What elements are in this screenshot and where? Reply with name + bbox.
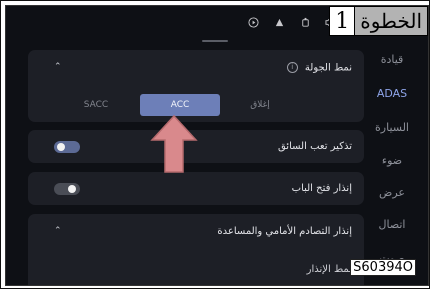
infotainment-screen: 1 الخطوة قيادة ADAS السيارة ضوء عرض اتصا…	[5, 5, 429, 286]
toggle-knob	[68, 185, 76, 193]
status-bar	[246, 15, 338, 29]
chevron-up-icon[interactable]: ⌃	[54, 62, 62, 72]
chevron-up-icon[interactable]: ⌃	[54, 226, 62, 236]
door-open-warning-toggle[interactable]	[54, 183, 80, 195]
cruise-mode-label: نمط الجولة	[304, 62, 352, 74]
panel-drag-handle[interactable]	[202, 40, 228, 42]
driver-fatigue-label: تذكير تعب السائق	[277, 141, 352, 152]
highlight-arrow	[150, 114, 198, 173]
door-open-warning-card: إنذار فتح الباب	[28, 172, 364, 205]
image-code: S60394O	[350, 259, 416, 276]
figure-frame: 1 الخطوة قيادة ADAS السيارة ضوء عرض اتصا…	[0, 0, 430, 289]
sidebar-item-display[interactable]: عرض	[366, 186, 418, 199]
collision-warning-card: إنذار التصادم الأمامي والمساعدة ⌃ نمط ال…	[28, 214, 364, 285]
sidebar-item-vehicle[interactable]: السيارة	[366, 121, 418, 134]
collision-warning-title: إنذار التصادم الأمامي والمساعدة	[217, 226, 352, 237]
toggle-knob	[57, 143, 65, 151]
signal-icon[interactable]	[272, 15, 286, 29]
power-icon[interactable]	[298, 15, 312, 29]
option-acc[interactable]: ACC	[140, 94, 220, 116]
settings-sidebar: قيادة ADAS السيارة ضوء عرض اتصال صوت	[366, 44, 428, 285]
sidebar-item-driving[interactable]: قيادة	[366, 53, 418, 66]
step-number: 1	[329, 6, 356, 36]
option-sacc[interactable]: SACC	[68, 94, 124, 116]
option-off[interactable]: إغلاق	[230, 94, 290, 116]
sidebar-item-connect[interactable]: اتصال	[366, 218, 418, 231]
step-word: الخطوة	[355, 6, 428, 36]
info-icon[interactable]: i	[286, 62, 298, 73]
cruise-mode-card: نمط الجولة i ⌃ إغلاق ACC SACC	[28, 50, 364, 122]
cruise-mode-title: نمط الجولة i	[286, 62, 352, 74]
driver-fatigue-toggle[interactable]	[54, 141, 80, 153]
sidebar-item-adas[interactable]: ADAS	[366, 87, 418, 100]
warning-mode-label: نمط الإنذار	[306, 264, 352, 275]
door-open-warning-label: إنذار فتح الباب	[291, 183, 352, 194]
cruise-mode-selector: إغلاق ACC SACC	[28, 94, 364, 116]
play-circle-icon[interactable]	[246, 15, 260, 29]
sidebar-item-light[interactable]: ضوء	[366, 154, 418, 167]
step-label: 1 الخطوة	[329, 6, 428, 36]
